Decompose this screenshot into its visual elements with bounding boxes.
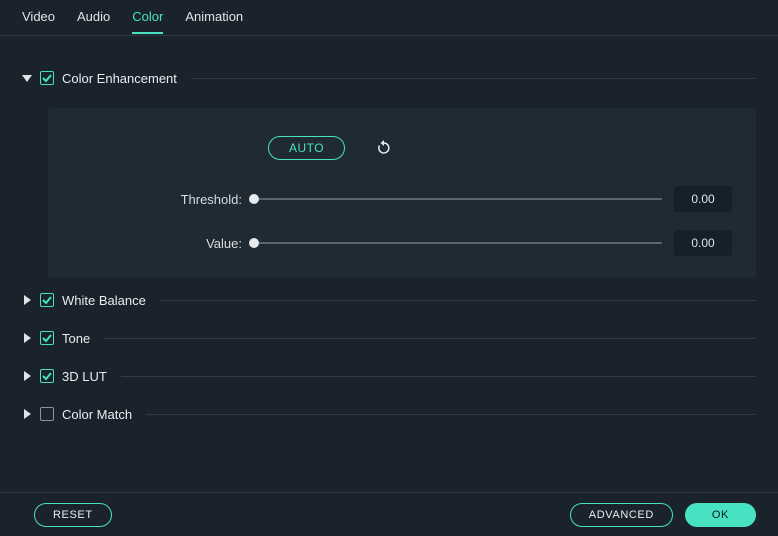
threshold-value-field[interactable]: 0.00 xyxy=(674,186,732,212)
section-title-white-balance: White Balance xyxy=(62,293,146,308)
section-tone-header[interactable]: Tone xyxy=(22,322,756,354)
divider xyxy=(146,414,756,415)
chevron-down-icon xyxy=(22,73,32,83)
chevron-right-icon xyxy=(22,333,32,343)
tab-color[interactable]: Color xyxy=(132,9,163,34)
chevron-right-icon xyxy=(22,295,32,305)
color-panel: Color Enhancement AUTO Threshold: 0.00 V… xyxy=(0,36,778,496)
checkbox-tone[interactable] xyxy=(40,331,54,345)
color-enhancement-panel: AUTO Threshold: 0.00 Value: 0.00 xyxy=(48,108,756,278)
section-title-tone: Tone xyxy=(62,331,90,346)
section-color-enhancement-header[interactable]: Color Enhancement xyxy=(22,62,756,94)
section-title-3d-lut: 3D LUT xyxy=(62,369,107,384)
checkbox-white-balance[interactable] xyxy=(40,293,54,307)
tab-animation[interactable]: Animation xyxy=(185,9,243,34)
value-value-field[interactable]: 0.00 xyxy=(674,230,732,256)
divider xyxy=(160,300,756,301)
auto-button[interactable]: AUTO xyxy=(268,136,345,160)
threshold-slider-thumb[interactable] xyxy=(249,194,259,204)
tab-video[interactable]: Video xyxy=(22,9,55,34)
divider xyxy=(121,376,756,377)
divider xyxy=(191,78,756,79)
chevron-right-icon xyxy=(22,409,32,419)
section-title-color-enhancement: Color Enhancement xyxy=(62,71,177,86)
divider xyxy=(104,338,756,339)
value-slider-thumb[interactable] xyxy=(249,238,259,248)
checkbox-3d-lut[interactable] xyxy=(40,369,54,383)
value-slider[interactable] xyxy=(254,242,662,244)
section-3d-lut-header[interactable]: 3D LUT xyxy=(22,360,756,392)
threshold-label: Threshold: xyxy=(72,192,242,207)
tab-bar: Video Audio Color Animation xyxy=(0,0,778,36)
advanced-button[interactable]: ADVANCED xyxy=(570,503,673,527)
reset-button[interactable]: RESET xyxy=(34,503,112,527)
threshold-slider[interactable] xyxy=(254,198,662,200)
section-color-match-header[interactable]: Color Match xyxy=(22,398,756,430)
reset-icon[interactable] xyxy=(375,139,393,157)
tab-audio[interactable]: Audio xyxy=(77,9,110,34)
section-white-balance-header[interactable]: White Balance xyxy=(22,284,756,316)
value-label: Value: xyxy=(72,236,242,251)
checkbox-color-match[interactable] xyxy=(40,407,54,421)
checkbox-color-enhancement[interactable] xyxy=(40,71,54,85)
chevron-right-icon xyxy=(22,371,32,381)
ok-button[interactable]: OK xyxy=(685,503,756,527)
section-title-color-match: Color Match xyxy=(62,407,132,422)
footer-bar: RESET ADVANCED OK xyxy=(0,492,778,536)
